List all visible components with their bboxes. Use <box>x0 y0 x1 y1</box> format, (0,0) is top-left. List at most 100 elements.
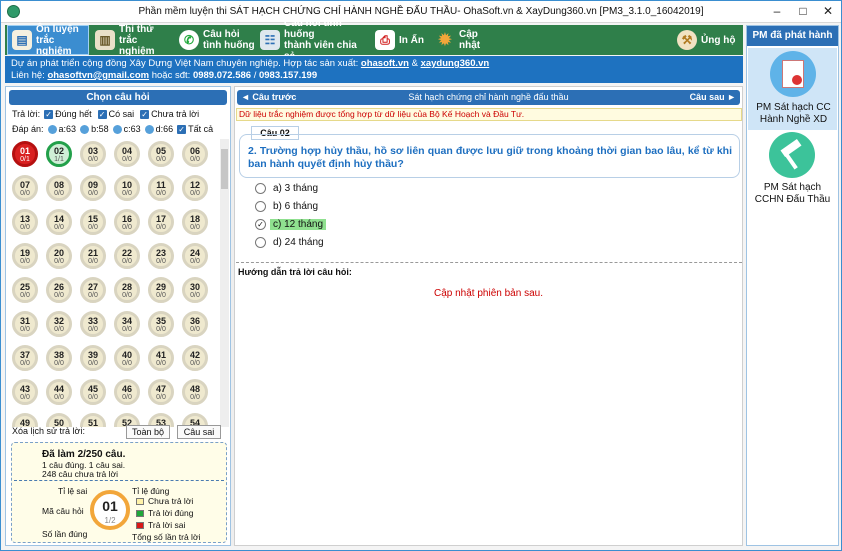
question-number: 32 <box>53 316 64 326</box>
maximize-button[interactable]: □ <box>793 4 813 18</box>
question-button[interactable]: 44 0/0 <box>46 379 72 405</box>
filter-all-correct-checkbox[interactable]: ✓ <box>44 109 54 119</box>
question-button[interactable]: 24 0/0 <box>182 243 208 269</box>
practice-tab[interactable]: ▤ Ôn luyện trắc nghiệm <box>7 24 89 57</box>
question-button[interactable]: 23 0/0 <box>148 243 174 269</box>
question-button[interactable]: 08 0/0 <box>46 175 72 201</box>
question-button[interactable]: 11 0/0 <box>148 175 174 201</box>
question-button[interactable]: 51 <box>80 413 106 427</box>
shared-tab[interactable]: ☷ Câu hỏi tình huốngthành viên chia sẻ <box>260 18 370 62</box>
clear-all-button[interactable]: Toàn bộ <box>126 425 170 439</box>
question-button[interactable]: 17 0/0 <box>148 209 174 235</box>
key-b-radio[interactable] <box>80 124 90 134</box>
option-b[interactable]: b) 6 tháng <box>255 199 321 213</box>
stats-pending: 248 câu chưa trả lời <box>42 469 118 479</box>
question-button[interactable]: 37 0/0 <box>12 345 38 371</box>
question-button[interactable]: 30 0/0 <box>182 277 208 303</box>
question-number: 19 <box>19 248 30 258</box>
question-button[interactable]: 10 0/0 <box>114 175 140 201</box>
question-button[interactable]: 18 0/0 <box>182 209 208 235</box>
question-button[interactable]: 21 0/0 <box>80 243 106 269</box>
xaydung360-link[interactable]: xaydung360.vn <box>421 58 490 69</box>
app-item-bidding[interactable]: PM Sát hạch CCHN Đấu Thầu <box>747 130 838 210</box>
key-all-checkbox[interactable]: ✓ <box>177 124 187 134</box>
minimize-button[interactable]: – <box>767 4 787 18</box>
question-button[interactable]: 38 0/0 <box>46 345 72 371</box>
option-d-radio[interactable] <box>255 236 266 248</box>
email-link[interactable]: ohasoftvn@gmail.com <box>47 70 149 81</box>
next-question-button[interactable]: Câu sau ► <box>690 90 736 105</box>
key-c-radio[interactable] <box>112 124 122 134</box>
question-button[interactable]: 29 0/0 <box>148 277 174 303</box>
question-button[interactable]: 15 0/0 <box>80 209 106 235</box>
question-button[interactable]: 20 0/0 <box>46 243 72 269</box>
situation-tab[interactable]: ✆ Câu hỏi tình huống <box>179 25 257 55</box>
question-button[interactable]: 47 0/0 <box>148 379 174 405</box>
question-number: 47 <box>155 384 166 394</box>
question-button[interactable]: 25 0/0 <box>12 277 38 303</box>
print-tab[interactable]: ⎙ In Ấn <box>375 25 431 55</box>
option-b-radio[interactable] <box>255 200 266 212</box>
question-button[interactable]: 07 0/0 <box>12 175 38 201</box>
question-button[interactable]: 32 0/0 <box>46 311 72 337</box>
question-number: 02 <box>53 146 64 156</box>
key-a-radio[interactable] <box>47 124 57 134</box>
question-button[interactable]: 16 0/0 <box>114 209 140 235</box>
question-button[interactable]: 34 0/0 <box>114 311 140 337</box>
question-button[interactable]: 01 0/1 <box>12 141 38 167</box>
question-grid-scrollbar[interactable] <box>220 139 229 427</box>
question-button[interactable]: 03 0/0 <box>80 141 106 167</box>
question-button[interactable]: 13 0/0 <box>12 209 38 235</box>
filter-unanswered-checkbox[interactable]: ✓ <box>140 109 150 119</box>
mock-exam-tab[interactable]: ▥ Thi thử trắc nghiệm <box>95 24 175 57</box>
question-button[interactable]: 48 0/0 <box>182 379 208 405</box>
question-button[interactable]: 49 <box>12 413 38 427</box>
guide-heading: Hướng dẫn trả lời câu hỏi: <box>238 267 352 277</box>
filter-has-wrong-checkbox[interactable]: ✓ <box>97 109 107 119</box>
option-a[interactable]: a) 3 tháng <box>255 181 321 195</box>
question-number: 14 <box>53 214 64 224</box>
question-number: 36 <box>189 316 200 326</box>
option-c-radio[interactable]: ✓ <box>255 218 266 230</box>
ohasoft-link[interactable]: ohasoft.vn <box>361 58 409 69</box>
question-button[interactable]: 09 0/0 <box>80 175 106 201</box>
option-c[interactable]: ✓ c) 12 tháng <box>255 217 327 231</box>
question-button[interactable]: 14 0/0 <box>46 209 72 235</box>
question-button[interactable]: 04 0/0 <box>114 141 140 167</box>
question-button[interactable]: 36 0/0 <box>182 311 208 337</box>
option-d[interactable]: d) 24 tháng <box>255 235 327 249</box>
question-button[interactable]: 31 0/0 <box>12 311 38 337</box>
question-score: 0/0 <box>122 292 132 299</box>
question-button[interactable]: 41 0/0 <box>148 345 174 371</box>
question-button[interactable]: 40 0/0 <box>114 345 140 371</box>
question-button[interactable]: 35 0/0 <box>148 311 174 337</box>
question-button[interactable]: 12 0/0 <box>182 175 208 201</box>
question-button[interactable]: 33 0/0 <box>80 311 106 337</box>
question-button[interactable]: 42 0/0 <box>182 345 208 371</box>
question-button[interactable]: 50 <box>46 413 72 427</box>
key-d-radio[interactable] <box>144 124 154 134</box>
question-button[interactable]: 46 0/0 <box>114 379 140 405</box>
legend-wrong: Trả lời sai <box>148 520 186 530</box>
close-button[interactable]: ✕ <box>818 4 838 18</box>
support-tab[interactable]: ⚒ Ủng hộ <box>677 25 741 55</box>
shared-label-1: Câu hỏi tình huống <box>284 18 342 40</box>
question-button[interactable]: 27 0/0 <box>80 277 106 303</box>
question-score: 0/0 <box>20 190 30 197</box>
question-button[interactable]: 05 0/0 <box>148 141 174 167</box>
question-button[interactable]: 45 0/0 <box>80 379 106 405</box>
question-button[interactable]: 02 1/1 <box>46 141 72 167</box>
app-item-construction-selected[interactable]: PM Sát hạch CC Hành Nghề XD <box>748 48 837 130</box>
question-button[interactable]: 28 0/0 <box>114 277 140 303</box>
question-button[interactable]: 06 0/0 <box>182 141 208 167</box>
question-button[interactable]: 22 0/0 <box>114 243 140 269</box>
question-button[interactable]: 26 0/0 <box>46 277 72 303</box>
update-tab[interactable]: ✹ Cập nhật <box>435 25 501 55</box>
option-a-radio[interactable] <box>255 182 266 194</box>
clear-wrong-button[interactable]: Câu sai <box>177 425 221 439</box>
question-button[interactable]: 39 0/0 <box>80 345 106 371</box>
question-button[interactable]: 43 0/0 <box>12 379 38 405</box>
scrollbar-thumb[interactable] <box>221 149 228 189</box>
question-score: 0/0 <box>156 224 166 231</box>
question-button[interactable]: 19 0/0 <box>12 243 38 269</box>
